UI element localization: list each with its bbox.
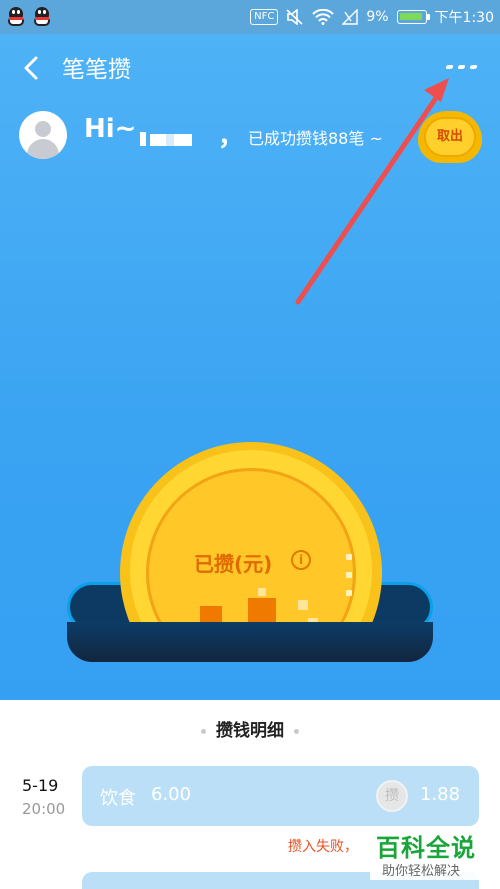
system-status: NFC 9% 下午1:30 — [250, 7, 494, 27]
notification-icons — [6, 6, 52, 28]
battery-percent: 9% — [366, 9, 389, 25]
status-bar: NFC 9% 下午1:30 — [0, 0, 500, 34]
watermark-subtitle: 助你轻松解决 — [382, 864, 461, 879]
more-icon — [445, 65, 454, 69]
info-icon[interactable]: i — [291, 550, 311, 570]
record-date: 5-19 — [22, 776, 59, 795]
coin-slot-front — [67, 622, 433, 662]
clock: 下午1:30 — [434, 10, 494, 26]
details-title: 攒钱明细 — [216, 721, 284, 741]
save-coin-icon: 攒 — [376, 780, 408, 812]
avatar[interactable] — [19, 111, 67, 159]
record-saved-amount: 1.88 — [420, 784, 461, 805]
app-screen: NFC 9% 下午1:30 笔笔攒 Hi~ ， 已成功攒钱88笔 ~ 取出 已攒… — [0, 0, 500, 889]
user-summary: Hi~ ， 已成功攒钱88笔 ~ 取出 — [0, 108, 500, 168]
greeting-comma: ， — [218, 122, 245, 152]
watermark-title: 百科全说 — [376, 834, 476, 862]
nav-bar: 笔笔攒 — [0, 34, 500, 100]
mute-icon — [286, 9, 303, 25]
record-card[interactable]: 饮食 6.00 攒 1.88 — [82, 766, 479, 826]
signal-icon — [342, 9, 359, 25]
qq-icon — [6, 6, 26, 28]
qq-icon — [32, 6, 52, 28]
chevron-left-icon — [24, 56, 38, 80]
masked-username — [140, 132, 192, 146]
battery-icon — [396, 10, 430, 24]
watermark: 百科全说 助你轻松解决 — [370, 826, 500, 880]
savings-hero: 笔笔攒 Hi~ ， 已成功攒钱88笔 ~ 取出 已攒(元) i — [0, 34, 500, 700]
record-category: 饮食 — [100, 788, 136, 809]
record-time: 20:00 — [22, 800, 66, 818]
saved-amount-label: 已攒(元) — [194, 552, 273, 576]
back-button[interactable] — [18, 52, 46, 84]
record-spent: 6.00 — [151, 784, 192, 805]
record-status: 攒入失败， — [288, 839, 358, 855]
wifi-icon — [312, 9, 335, 25]
nfc-icon: NFC — [250, 9, 279, 25]
withdraw-label: 取出 — [436, 129, 463, 144]
details-heading: 攒钱明细 — [0, 716, 500, 741]
greeting: Hi~ — [84, 114, 137, 144]
withdraw-button[interactable]: 取出 — [418, 111, 482, 163]
savings-count-text: 已成功攒钱88笔 ~ — [248, 129, 383, 148]
page-title: 笔笔攒 — [62, 57, 131, 83]
more-button[interactable] — [445, 60, 478, 74]
